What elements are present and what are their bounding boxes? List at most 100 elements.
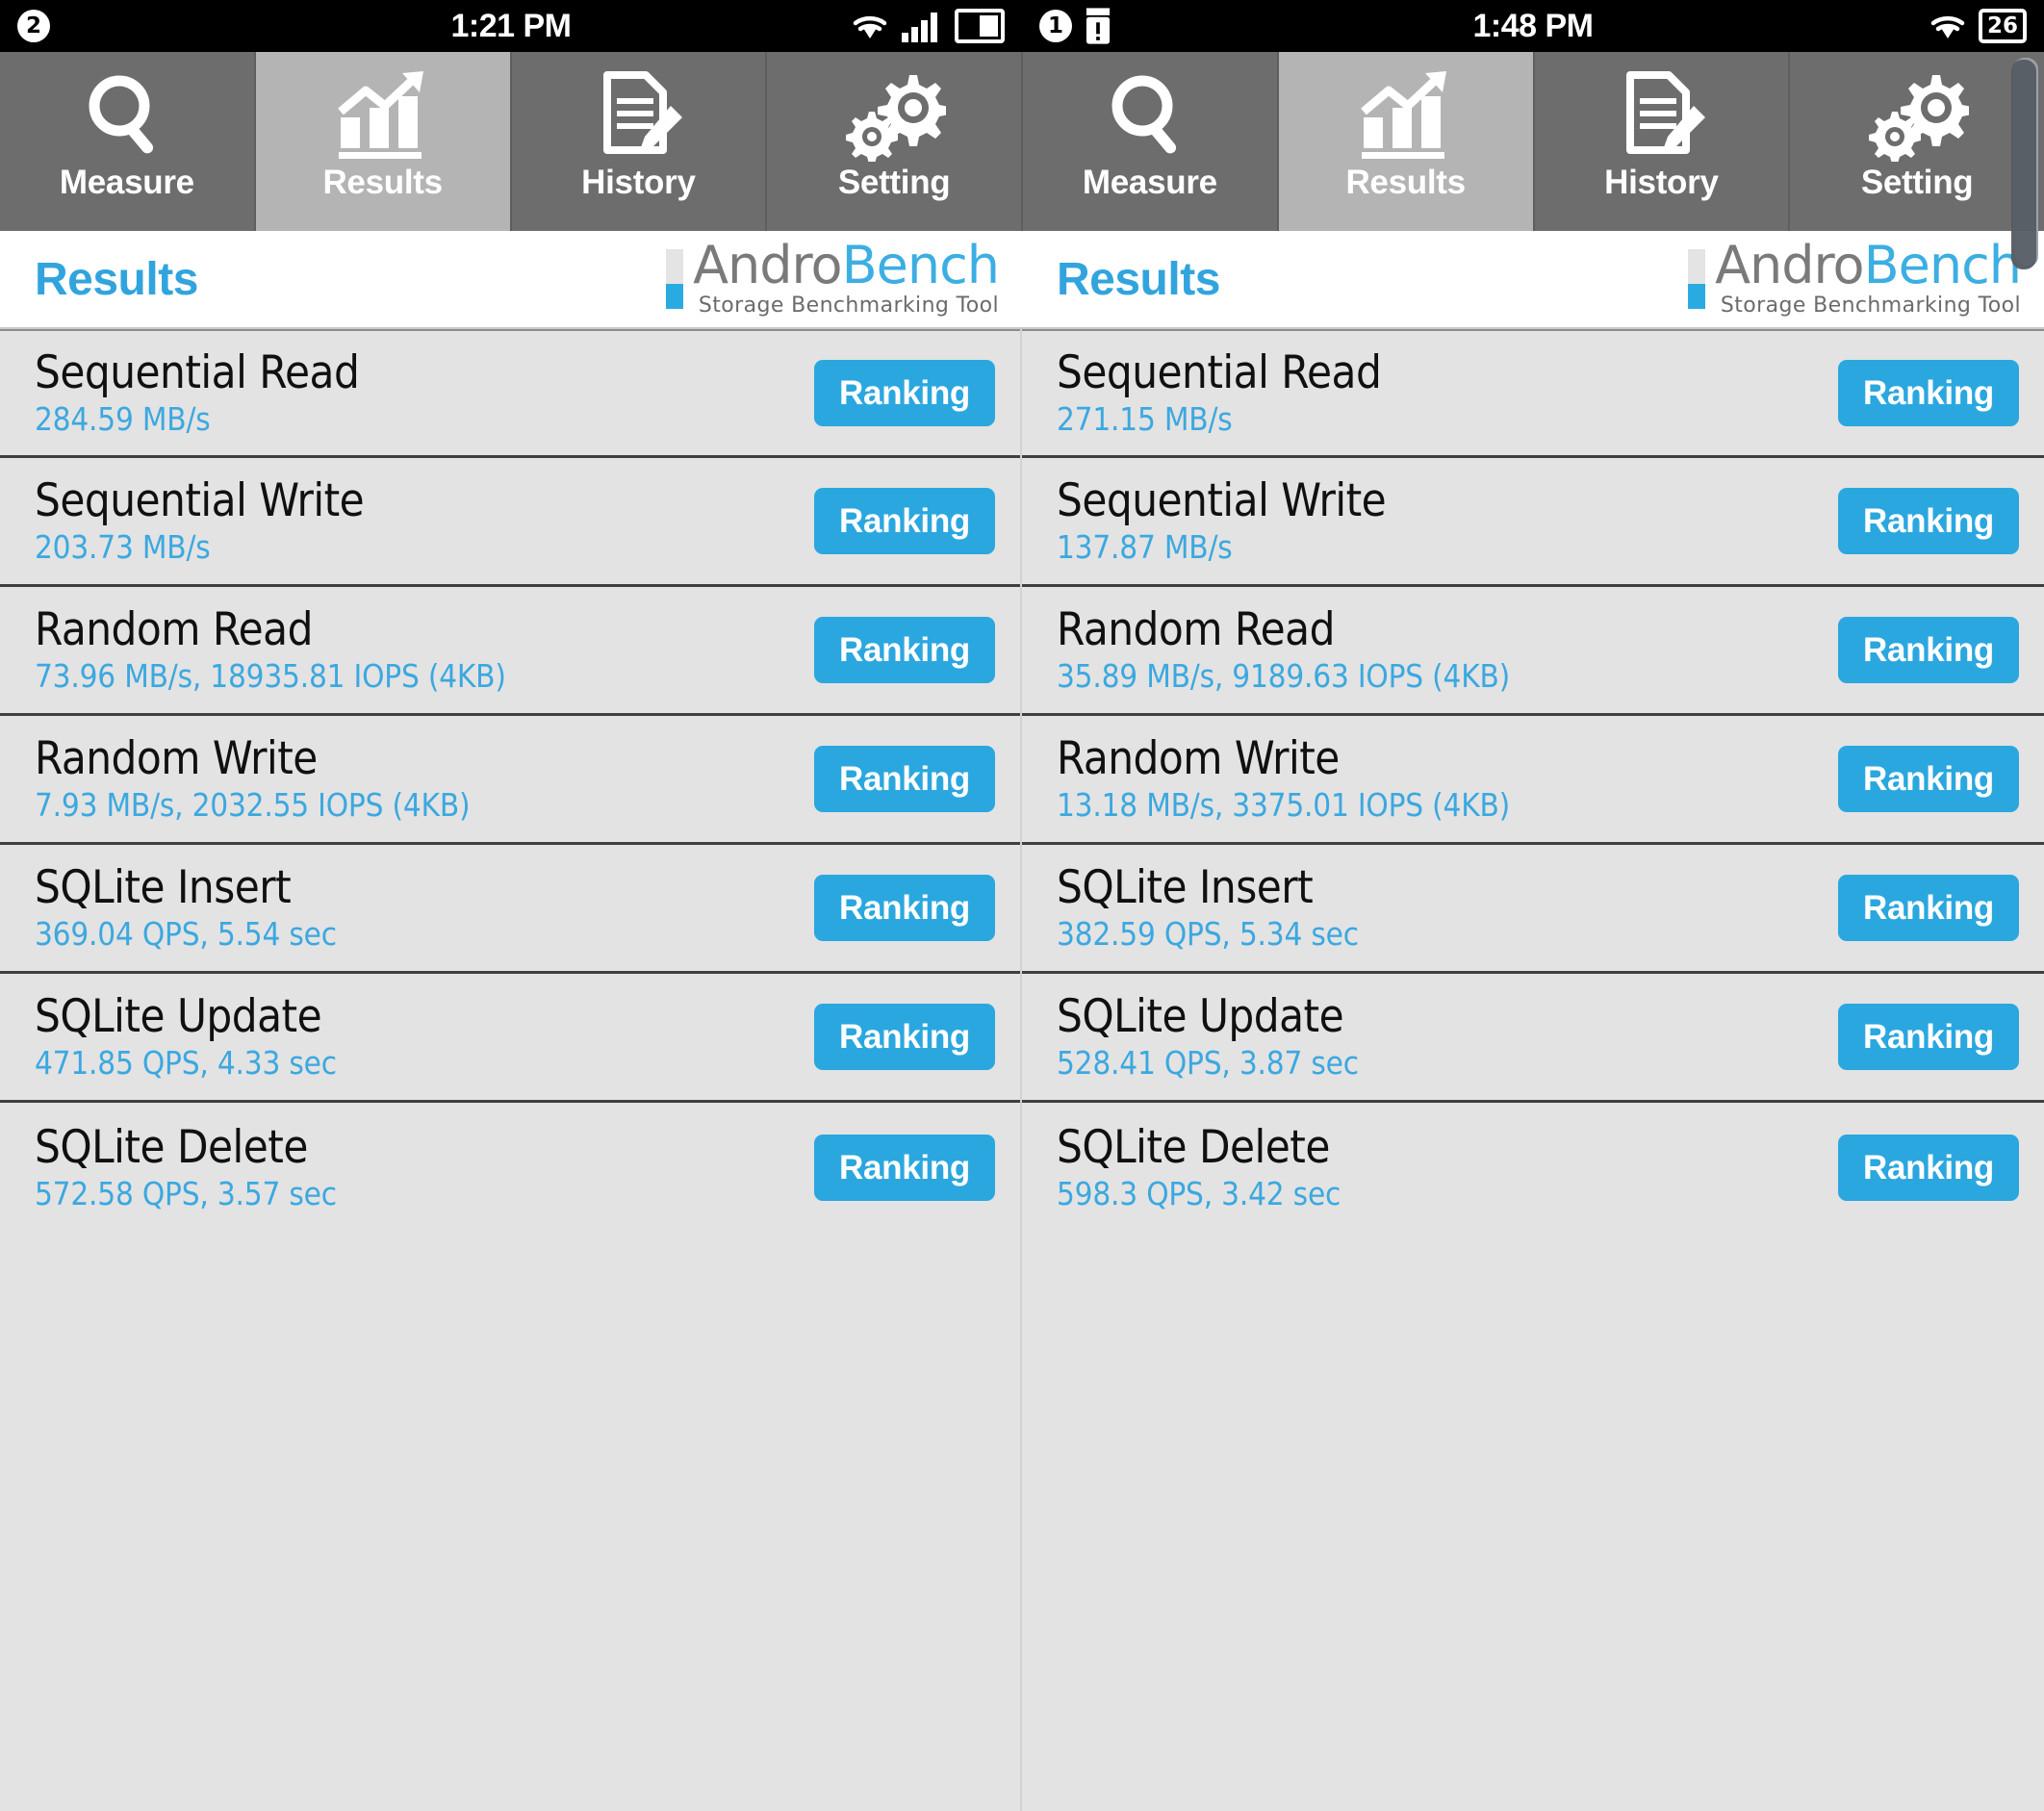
row-value: 203.73 MB/s [35,528,211,567]
row-title: Sequential Write [35,474,365,527]
status-bar-left: 2 1:21 PM [0,0,1022,52]
row-texts: SQLite Delete 572.58 QPS, 3.57 sec [35,1120,337,1212]
row-value: 284.59 MB/s [35,400,211,439]
row-value: 369.04 QPS, 5.54 sec [35,915,337,954]
table-row[interactable]: Sequential Read 271.15 MB/s Ranking [1022,329,2044,458]
table-row[interactable]: Random Write 7.93 MB/s, 2032.55 IOPS (4K… [0,716,1020,845]
ranking-button[interactable]: Ranking [1838,488,2019,554]
ranking-button[interactable]: Ranking [1838,746,2019,812]
ranking-button[interactable]: Ranking [1838,360,2019,426]
list-filler [1022,1232,2044,1811]
table-row[interactable]: SQLite Delete 598.3 QPS, 3.42 sec Rankin… [1022,1103,2044,1232]
table-row[interactable]: SQLite Insert 382.59 QPS, 5.34 sec Ranki… [1022,845,2044,974]
row-value: 572.58 QPS, 3.57 sec [35,1174,337,1212]
tab-history-2[interactable]: History [1534,52,1791,231]
row-texts: Sequential Write 137.87 MB/s [1057,474,1387,567]
row-texts: SQLite Insert 369.04 QPS, 5.54 sec [35,864,337,952]
tab-bar: Measure Results History Setting Measure … [0,52,2044,231]
gears-icon-2 [1865,69,1970,162]
page-title-2: Results [1057,253,1220,305]
tab-setting-2[interactable]: Setting [1790,52,2044,231]
tab-setting[interactable]: Setting [767,52,1023,231]
logo-bench-2: Bench [1863,235,2022,296]
bar-chart-icon-2 [1356,69,1456,162]
ranking-button[interactable]: Ranking [814,875,995,941]
row-title: SQLite Delete [35,1120,308,1174]
row-value: 35.89 MB/s, 9189.63 IOPS (4KB) [1057,657,1511,696]
ranking-button[interactable]: Ranking [814,1134,995,1201]
table-row[interactable]: Random Read 73.96 MB/s, 18935.81 IOPS (4… [0,587,1020,716]
ranking-button[interactable]: Ranking [814,360,995,426]
ranking-button[interactable]: Ranking [814,1004,995,1070]
ranking-button[interactable]: Ranking [1838,617,2019,683]
tab-label: Setting [1860,164,1974,201]
table-row[interactable]: Sequential Read 284.59 MB/s Ranking [0,329,1020,458]
tab-label: Results [1345,164,1466,201]
ranking-button[interactable]: Ranking [1838,1134,2019,1201]
row-value: 471.85 QPS, 4.33 sec [35,1044,337,1083]
notification-badge-icon-2: 1 [1039,10,1072,42]
vertical-scrollbar[interactable] [2011,58,2038,269]
wifi-icon [853,15,887,38]
row-title: Sequential Write [1057,474,1387,527]
tab-label: Measure [1082,164,1217,201]
header-row: Results AndroBench Storage Benchmarking … [0,231,2044,329]
table-row[interactable]: Random Write 13.18 MB/s, 3375.01 IOPS (4… [1022,716,2044,845]
tab-results[interactable]: Results [255,52,512,231]
row-title: Random Read [35,603,313,656]
logo-wordmark-2: AndroBench [1715,240,2022,292]
row-value: 271.15 MB/s [1057,400,1233,439]
table-row[interactable]: SQLite Update 528.41 QPS, 3.87 sec Ranki… [1022,974,2044,1103]
page-title: Results [35,253,198,305]
row-texts: SQLite Insert 382.59 QPS, 5.34 sec [1057,864,1359,952]
tab-measure[interactable]: Measure [0,52,256,231]
table-row[interactable]: Sequential Write 203.73 MB/s Ranking [0,458,1020,587]
signal-icon [902,13,937,42]
scrollbar-thumb[interactable] [2011,60,2036,269]
results-panel-right: Sequential Read 271.15 MB/s Ranking Sequ… [1022,329,2044,1811]
row-texts: SQLite Update 471.85 QPS, 4.33 sec [35,993,337,1081]
table-row[interactable]: Random Read 35.89 MB/s, 9189.63 IOPS (4K… [1022,587,2044,716]
results-panel-left: Sequential Read 284.59 MB/s Ranking Sequ… [0,329,1022,1811]
tab-label: History [1604,164,1719,201]
row-texts: SQLite Delete 598.3 QPS, 3.42 sec [1057,1123,1341,1212]
ranking-button[interactable]: Ranking [1838,875,2019,941]
row-texts: Random Read 35.89 MB/s, 9189.63 IOPS (4K… [1057,606,1510,694]
tab-results-2[interactable]: Results [1278,52,1535,231]
row-title: Random Write [35,732,318,785]
tab-label: Measure [59,164,194,201]
tab-measure-2[interactable]: Measure [1023,52,1279,231]
ranking-button[interactable]: Ranking [814,617,995,683]
logo-bench: Bench [841,235,1000,296]
ranking-button[interactable]: Ranking [814,746,995,812]
row-texts: Random Write 13.18 MB/s, 3375.01 IOPS (4… [1057,735,1510,823]
status-icons-left [851,0,1005,52]
ranking-button[interactable]: Ranking [1838,1004,2019,1070]
row-value: 137.87 MB/s [1057,528,1233,567]
row-value: 13.18 MB/s, 3375.01 IOPS (4KB) [1057,786,1511,825]
magnifier-icon-2 [1102,69,1198,162]
logo-wordmark: AndroBench [693,240,1000,292]
header-right: Results AndroBench Storage Benchmarking … [1022,231,2044,329]
row-title: SQLite Insert [1057,861,1314,914]
status-bar-right: 1 1:48 PM 26 [1022,0,2044,52]
results-body: Sequential Read 284.59 MB/s Ranking Sequ… [0,329,2044,1811]
wifi-icon-2 [1930,15,1965,38]
document-pencil-icon-2 [1613,69,1709,162]
ranking-button[interactable]: Ranking [814,488,995,554]
androbench-logo-2: AndroBench Storage Benchmarking Tool [1688,240,2022,318]
row-title: Sequential Read [1057,346,1382,399]
tab-history[interactable]: History [511,52,768,231]
row-title: Sequential Read [35,346,360,399]
row-title: SQLite Insert [35,861,292,914]
magnifier-icon [79,69,175,162]
table-row[interactable]: SQLite Delete 572.58 QPS, 3.57 sec Ranki… [0,1103,1020,1232]
row-texts: Sequential Write 203.73 MB/s [35,474,365,567]
table-row[interactable]: Sequential Write 137.87 MB/s Ranking [1022,458,2044,587]
row-texts: Random Read 73.96 MB/s, 18935.81 IOPS (4… [35,606,506,694]
notification-badge-icon: 2 [17,10,50,42]
list-filler [0,1232,1020,1811]
row-texts: Sequential Read 271.15 MB/s [1057,346,1382,439]
table-row[interactable]: SQLite Insert 369.04 QPS, 5.54 sec Ranki… [0,845,1020,974]
table-row[interactable]: SQLite Update 471.85 QPS, 4.33 sec Ranki… [0,974,1020,1103]
